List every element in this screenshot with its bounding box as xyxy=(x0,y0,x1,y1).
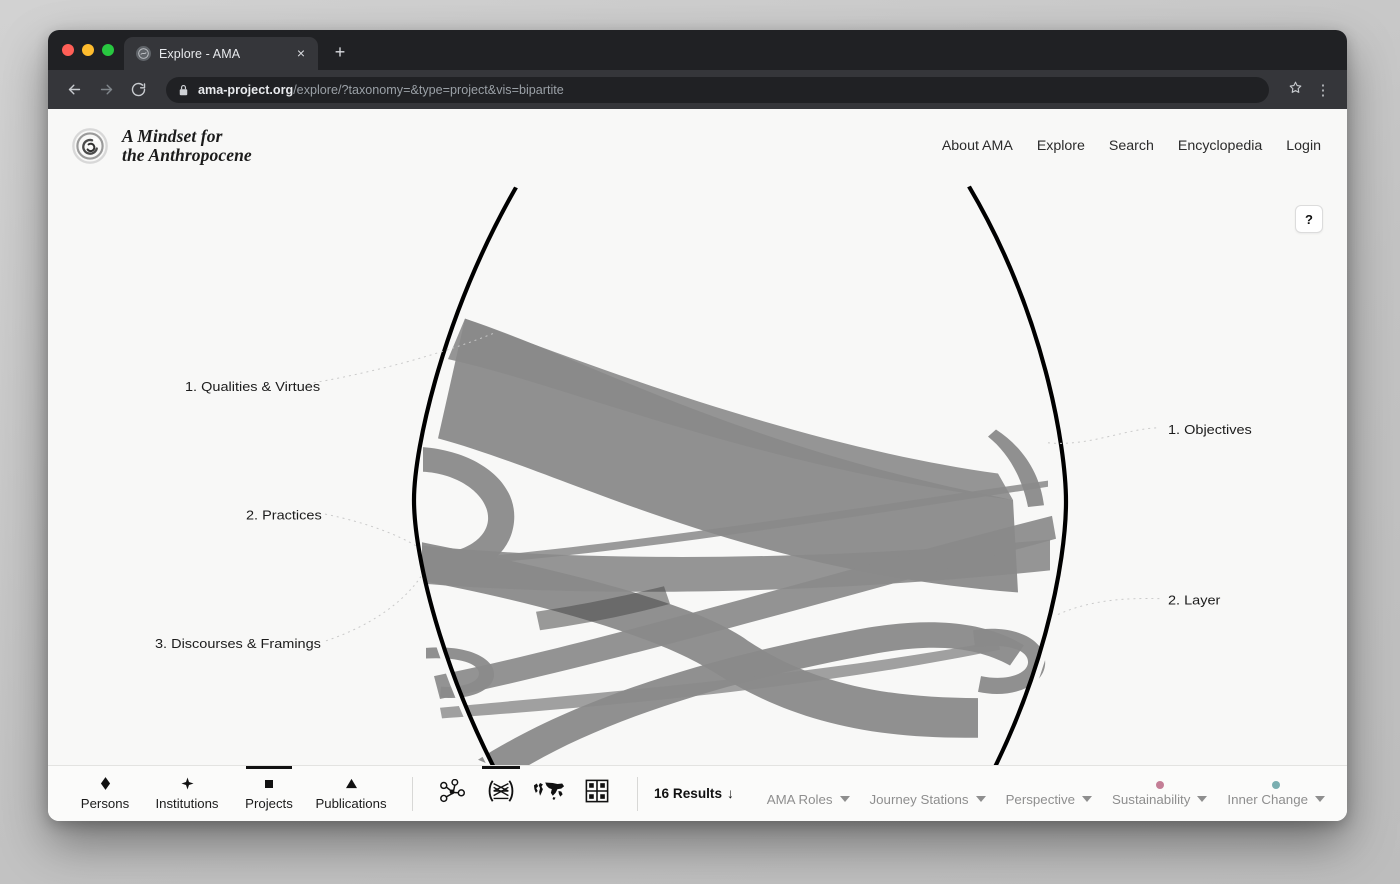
cross-icon xyxy=(180,777,194,791)
entity-type-persons[interactable]: Persons xyxy=(68,766,142,822)
forward-icon[interactable] xyxy=(92,76,120,104)
filter-inner-change[interactable]: Inner Change xyxy=(1227,780,1325,807)
nav-item-encyclopedia[interactable]: Encyclopedia xyxy=(1178,138,1262,154)
chevron-down-icon[interactable] xyxy=(975,796,986,802)
browser-menu-icon[interactable]: ⋮ xyxy=(1311,81,1335,99)
back-icon[interactable] xyxy=(60,76,88,104)
chevron-down-icon[interactable] xyxy=(1315,796,1325,802)
brand-line-1: A Mindset for xyxy=(122,126,223,146)
bipartite-diagram-icon xyxy=(486,779,516,808)
chevron-down-icon[interactable] xyxy=(1082,796,1093,802)
sustainability-dot-icon xyxy=(1155,780,1164,789)
diamond-icon xyxy=(100,777,111,791)
grid-table-icon xyxy=(585,779,609,808)
vis-mode-grid-table[interactable] xyxy=(573,766,621,822)
bipartite-svg: 1. Qualities & Virtues 2. Practices 3. D… xyxy=(155,185,1252,765)
entity-type-projects-label: Projects xyxy=(245,795,293,811)
leader-l3 xyxy=(325,574,423,642)
address-bar-url: ama-project.org/explore/?taxonomy=&type=… xyxy=(198,83,564,97)
entity-type-projects[interactable]: Projects xyxy=(232,766,306,822)
window-traffic-lights xyxy=(60,30,124,70)
bottom-toolbar: Persons Institutions Projects Publicatio… xyxy=(48,765,1347,821)
vis-mode-bipartite[interactable] xyxy=(477,766,525,822)
ribbon-group xyxy=(422,318,1056,765)
chevron-down-icon[interactable] xyxy=(839,796,850,802)
close-window-button[interactable] xyxy=(62,44,74,56)
toolbar-divider-2 xyxy=(637,776,638,811)
entity-type-publications-label: Publications xyxy=(315,795,387,811)
filter-journey-stations-label: Journey Stations xyxy=(869,791,969,807)
filter-perspective-label: Perspective xyxy=(1005,791,1076,807)
entity-type-selector: Persons Institutions Projects Publicatio… xyxy=(68,766,396,822)
reload-icon[interactable] xyxy=(124,76,152,104)
leader-r2 xyxy=(1057,598,1161,615)
browser-tabstrip: Explore - AMA × + xyxy=(48,30,1347,70)
site-navigation: About AMA Explore Search Encyclopedia Lo… xyxy=(942,138,1321,154)
inner-change-dot-icon xyxy=(1272,780,1281,789)
site-brand[interactable]: A Mindset for the Anthropocene xyxy=(72,127,252,165)
entity-type-institutions[interactable]: Institutions xyxy=(142,766,232,822)
filter-sustainability-label: Sustainability xyxy=(1112,791,1191,807)
browser-tab[interactable]: Explore - AMA × xyxy=(124,37,318,70)
site-brand-text: A Mindset for the Anthropocene xyxy=(122,127,252,165)
filter-ama-roles-label: AMA Roles xyxy=(766,791,833,807)
filter-inner-change-label: Inner Change xyxy=(1227,791,1308,807)
nav-item-search[interactable]: Search xyxy=(1109,138,1154,154)
address-bar[interactable]: ama-project.org/explore/?taxonomy=&type=… xyxy=(166,76,1269,103)
sort-arrow-icon[interactable]: ↓ xyxy=(727,786,734,801)
maximize-window-button[interactable] xyxy=(102,44,114,56)
left-group-label-1: 1. Qualities & Virtues xyxy=(185,380,320,394)
square-icon xyxy=(264,777,274,791)
leader-l2 xyxy=(324,513,417,547)
browser-window: Explore - AMA × + ama-project.org/explor… xyxy=(48,30,1347,821)
filter-journey-stations[interactable]: Journey Stations xyxy=(870,781,986,807)
results-count-label: 16 Results xyxy=(654,786,723,801)
filter-sustainability[interactable]: Sustainability xyxy=(1112,780,1208,807)
bipartite-visualization[interactable]: 1. Qualities & Virtues 2. Practices 3. D… xyxy=(48,183,1347,765)
url-path: /explore/?taxonomy=&type=project&vis=bip… xyxy=(293,82,564,97)
left-group-label-3: 3. Discourses & Framings xyxy=(155,637,321,651)
filter-group: AMA Roles Journey Stations Perspective S… xyxy=(767,780,1325,807)
nav-item-explore[interactable]: Explore xyxy=(1037,138,1085,154)
site-header: A Mindset for the Anthropocene About AMA… xyxy=(48,109,1347,183)
nav-item-login[interactable]: Login xyxy=(1286,138,1321,154)
lock-icon xyxy=(178,84,189,96)
left-group-label-2: 2. Practices xyxy=(246,508,322,522)
right-group-label-1: 1. Objectives xyxy=(1168,423,1252,437)
vis-mode-world-map[interactable] xyxy=(525,766,573,822)
filter-ama-roles[interactable]: AMA Roles xyxy=(767,781,850,807)
visualization-mode-selector xyxy=(429,766,621,822)
url-host: ama-project.org xyxy=(198,82,294,97)
network-graph-icon xyxy=(439,778,467,808)
ama-logo-icon xyxy=(72,128,108,164)
entity-type-institutions-label: Institutions xyxy=(155,795,219,811)
bookmark-star-icon[interactable] xyxy=(1283,80,1307,100)
triangle-icon xyxy=(345,777,358,791)
results-counter[interactable]: 16 Results ↓ xyxy=(654,786,734,801)
nav-item-about-ama[interactable]: About AMA xyxy=(942,138,1013,154)
right-group-label-2: 2. Layer xyxy=(1168,594,1221,608)
world-map-icon xyxy=(533,780,565,807)
globe-icon xyxy=(136,46,151,61)
entity-type-publications[interactable]: Publications xyxy=(306,766,396,822)
minimize-window-button[interactable] xyxy=(82,44,94,56)
new-tab-button[interactable]: + xyxy=(326,39,354,67)
brand-line-2: the Anthropocene xyxy=(122,145,252,165)
screen: Explore - AMA × + ama-project.org/explor… xyxy=(0,0,1400,884)
close-icon[interactable]: × xyxy=(292,45,310,63)
browser-tab-title: Explore - AMA xyxy=(159,46,241,61)
vis-mode-network-graph[interactable] xyxy=(429,766,477,822)
chevron-down-icon[interactable] xyxy=(1197,796,1208,802)
browser-toolbar: ama-project.org/explore/?taxonomy=&type=… xyxy=(48,70,1347,109)
toolbar-divider-1 xyxy=(412,776,413,811)
filter-perspective[interactable]: Perspective xyxy=(1005,781,1093,807)
page-content: A Mindset for the Anthropocene About AMA… xyxy=(48,109,1347,821)
entity-type-persons-label: Persons xyxy=(80,795,130,811)
